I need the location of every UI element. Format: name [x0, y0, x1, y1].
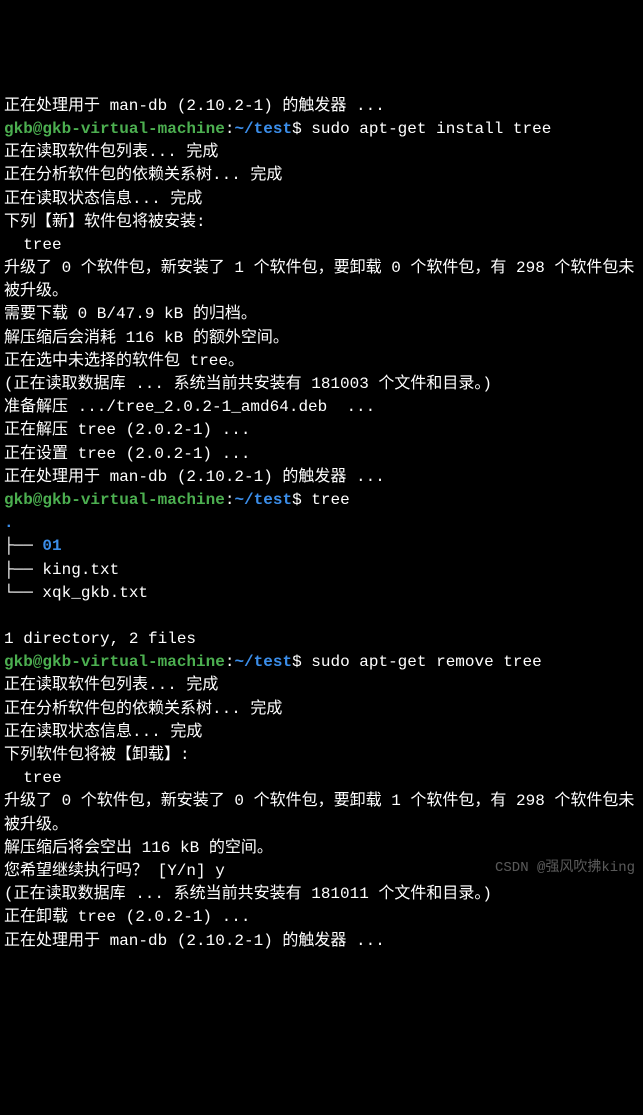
prompt-path: ~/test — [234, 653, 292, 671]
user-command: $ sudo apt-get install tree — [292, 120, 551, 138]
output-line: 您希望继续执行吗？ [Y/n] y — [4, 862, 225, 880]
output-line: (正在读取数据库 ... 系统当前共安装有 181011 个文件和目录。) — [4, 885, 492, 903]
output-line: 解压缩后会消耗 116 kB 的额外空间。 — [4, 329, 289, 347]
prompt-line: gkb@gkb-virtual-machine:~/test$ tree — [4, 491, 350, 509]
output-line: 正在解压 tree (2.0.2-1) ... — [4, 421, 250, 439]
output-line: 正在选中未选择的软件包 tree。 — [4, 352, 244, 370]
output-line: 1 directory, 2 files — [4, 630, 196, 648]
output-line: 需要下载 0 B/47.9 kB 的归档。 — [4, 305, 257, 323]
user-command: $ sudo apt-get remove tree — [292, 653, 542, 671]
output-line: 升级了 0 个软件包，新安装了 1 个软件包，要卸载 0 个软件包，有 298 … — [4, 259, 634, 300]
output-line: 解压缩后将会空出 116 kB 的空间。 — [4, 839, 273, 857]
prompt-path: ~/test — [234, 120, 292, 138]
tree-branch: └── xqk_gkb.txt — [4, 584, 148, 602]
tree-root: . — [4, 514, 14, 532]
prompt-sep: : — [225, 120, 235, 138]
prompt-user: gkb@gkb-virtual-machine — [4, 120, 225, 138]
output-line: 正在读取软件包列表... 完成 — [4, 143, 218, 161]
output-line: 正在分析软件包的依赖关系树... 完成 — [4, 166, 282, 184]
prompt-user: gkb@gkb-virtual-machine — [4, 491, 225, 509]
output-line: 准备解压 .../tree_2.0.2-1_amd64.deb ... — [4, 398, 375, 416]
output-line: tree — [4, 769, 62, 787]
prompt-line: gkb@gkb-virtual-machine:~/test$ sudo apt… — [4, 120, 551, 138]
folder-icon: 01 — [42, 537, 61, 555]
prompt-user: gkb@gkb-virtual-machine — [4, 653, 225, 671]
prompt-line: gkb@gkb-virtual-machine:~/test$ sudo apt… — [4, 653, 542, 671]
output-line: 正在设置 tree (2.0.2-1) ... — [4, 445, 250, 463]
terminal-output[interactable]: 正在处理用于 man-db (2.10.2-1) 的触发器 ... gkb@gk… — [4, 95, 639, 953]
output-line: 正在读取状态信息... 完成 — [4, 723, 202, 741]
output-line: 正在卸载 tree (2.0.2-1) ... — [4, 908, 250, 926]
output-line: 升级了 0 个软件包，新安装了 0 个软件包，要卸载 1 个软件包，有 298 … — [4, 792, 634, 833]
output-line: 正在处理用于 man-db (2.10.2-1) 的触发器 ... — [4, 932, 385, 950]
output-line: 下列【新】软件包将被安装: — [4, 213, 206, 231]
output-line: 正在读取软件包列表... 完成 — [4, 676, 218, 694]
output-line: (正在读取数据库 ... 系统当前共安装有 181003 个文件和目录。) — [4, 375, 492, 393]
output-line: 下列软件包将被【卸载】: — [4, 746, 190, 764]
output-line: 正在处理用于 man-db (2.10.2-1) 的触发器 ... — [4, 468, 385, 486]
tree-branch: ├── king.txt — [4, 561, 119, 579]
tree-branch: ├── 01 — [4, 537, 62, 555]
output-line: 正在处理用于 man-db (2.10.2-1) 的触发器 ... — [4, 97, 385, 115]
user-command: $ tree — [292, 491, 350, 509]
output-line: 正在读取状态信息... 完成 — [4, 190, 202, 208]
output-line: 正在分析软件包的依赖关系树... 完成 — [4, 700, 282, 718]
prompt-path: ~/test — [234, 491, 292, 509]
prompt-sep: : — [225, 491, 235, 509]
output-line: tree — [4, 236, 62, 254]
prompt-sep: : — [225, 653, 235, 671]
